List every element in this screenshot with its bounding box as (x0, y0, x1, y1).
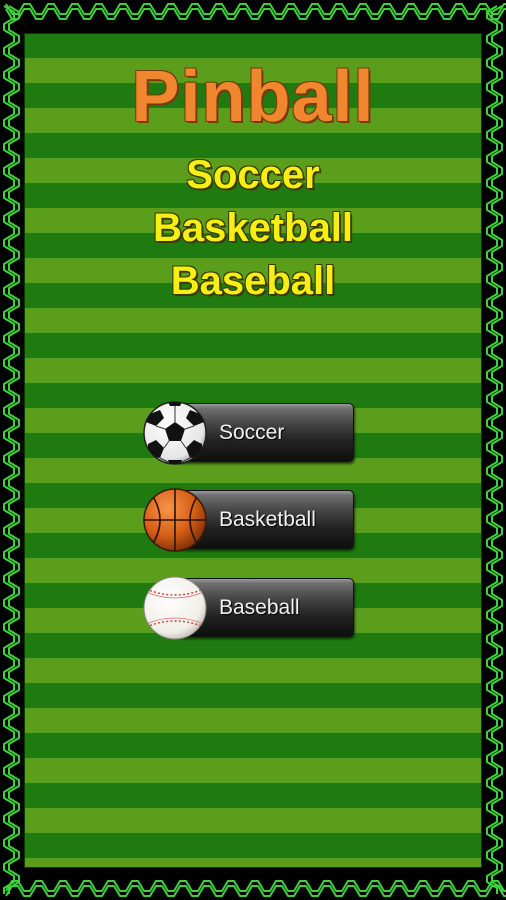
subtitle-basketball: Basketball (152, 206, 354, 250)
subtitle-soccer: Soccer (186, 153, 320, 197)
soccer-ball-icon[interactable] (142, 400, 208, 466)
game-screen: Pinball Soccer Basketball Baseball Socce… (0, 0, 506, 900)
soccer-button-label: Soccer (219, 421, 285, 444)
basketball-icon[interactable] (142, 487, 208, 553)
game-title: Pinball (131, 57, 375, 137)
subtitle-baseball: Baseball (170, 259, 336, 303)
baseball-button-label: Baseball (219, 596, 300, 619)
baseball-icon[interactable] (142, 575, 208, 641)
basketball-button-label: Basketball (219, 508, 316, 531)
